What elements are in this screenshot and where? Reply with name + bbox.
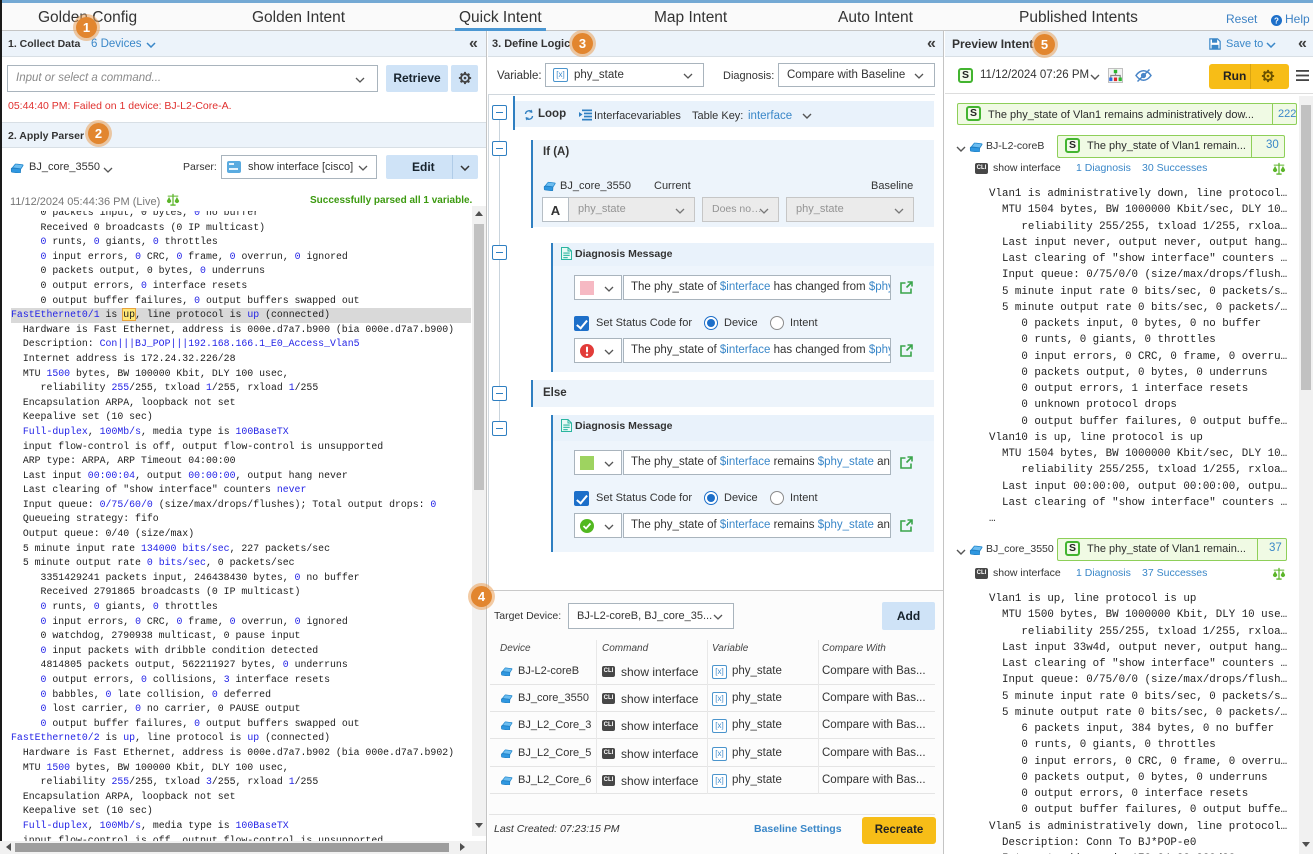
- svg-text:?: ?: [1274, 16, 1279, 25]
